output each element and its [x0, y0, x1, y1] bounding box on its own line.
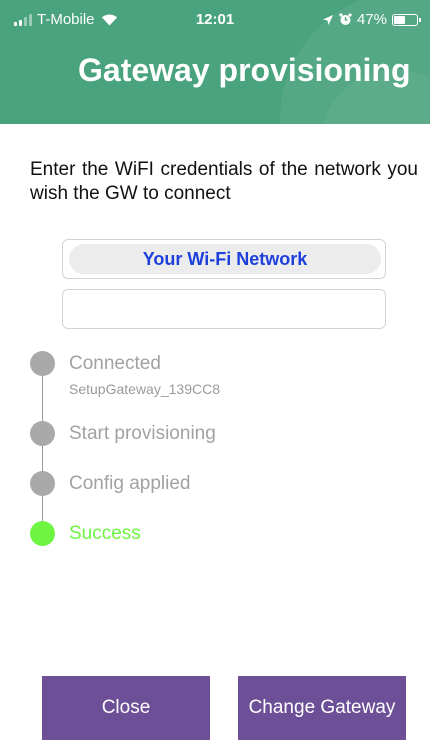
wifi-network-name[interactable]: Your Wi-Fi Network: [69, 244, 381, 274]
close-button[interactable]: Close: [42, 676, 210, 740]
step-connected-indicator: [30, 351, 55, 376]
alarm-clock-icon: [339, 13, 352, 25]
instructions-text: Enter the WiFI credentials of the networ…: [30, 159, 418, 204]
location-arrow-icon: [322, 14, 333, 25]
step-connected-label: Connected: [69, 353, 161, 374]
step-config-applied-label: Config applied: [69, 473, 191, 494]
wifi-network-field[interactable]: Your Wi-Fi Network: [62, 239, 386, 279]
change-gateway-button[interactable]: Change Gateway: [238, 676, 406, 740]
step-start-provisioning-label: Start provisioning: [69, 423, 216, 444]
battery-icon: [392, 13, 421, 26]
wifi-password-field[interactable]: [62, 289, 386, 329]
step-config-applied-indicator: [30, 471, 55, 496]
password-input[interactable]: [63, 290, 385, 328]
step-connected-subtitle: SetupGateway_139CC8: [69, 381, 220, 397]
progress-line: [42, 364, 43, 534]
status-bar: T-Mobile 12:01 47%: [0, 0, 430, 40]
step-start-provisioning-indicator: [30, 421, 55, 446]
step-success-indicator: [30, 521, 55, 546]
battery-percent: 47%: [356, 11, 387, 28]
step-success-label: Success: [69, 523, 141, 544]
header-bar: T-Mobile 12:01 47% Gateway provisioning: [0, 0, 430, 124]
page-title: Gateway provisioning: [78, 52, 411, 88]
